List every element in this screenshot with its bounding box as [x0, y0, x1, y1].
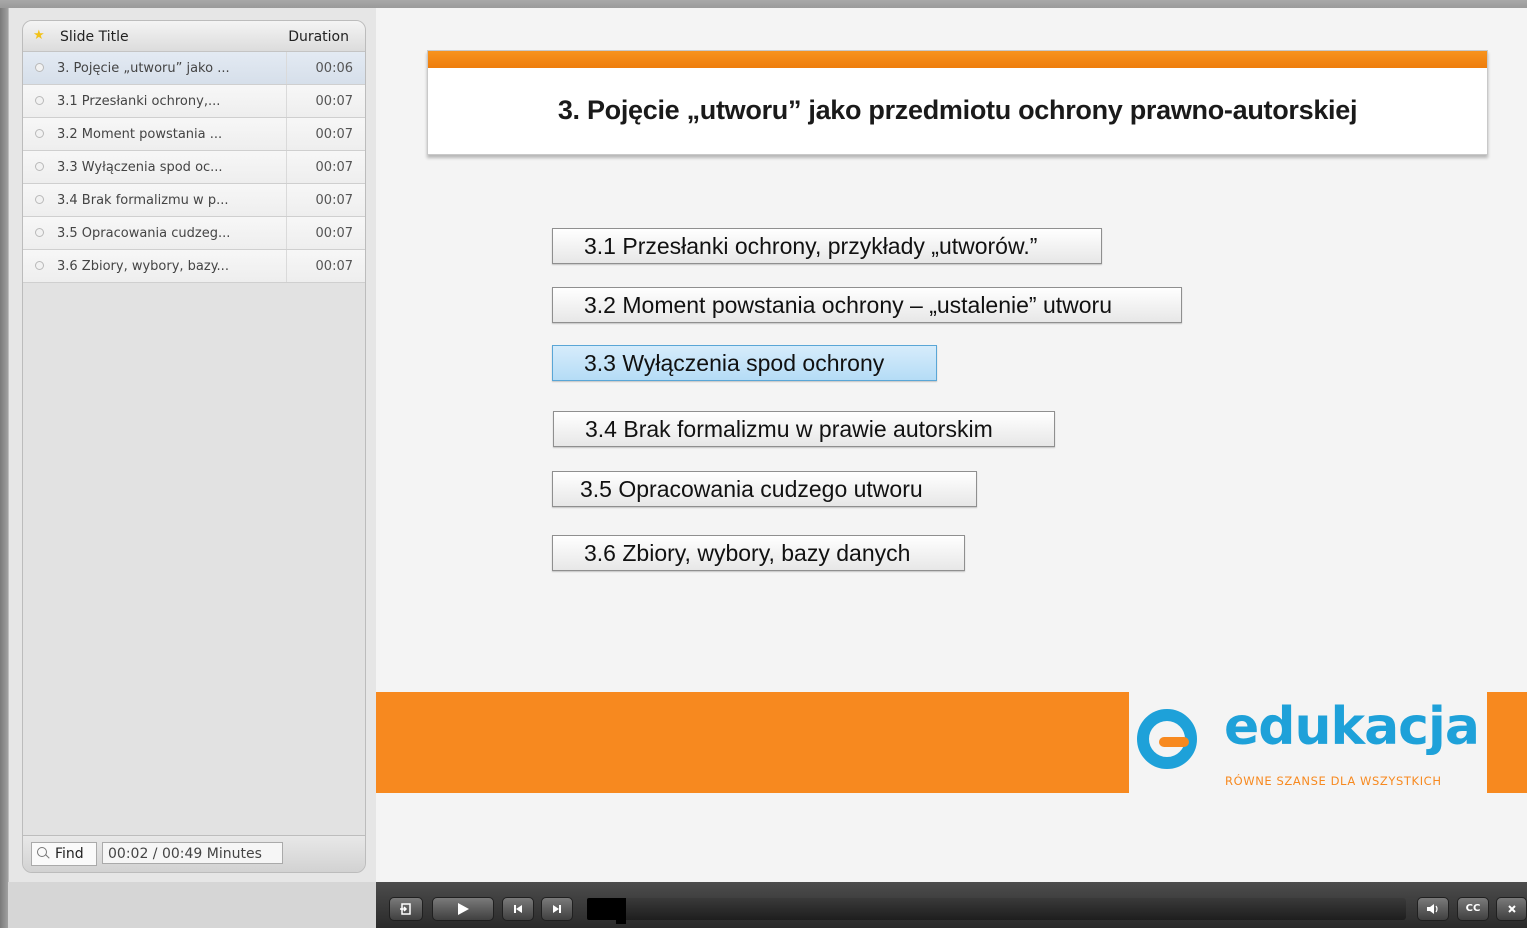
find-label: Find: [55, 846, 84, 862]
column-divider: [286, 118, 287, 150]
outline-row-duration: 00:07: [315, 94, 353, 109]
volume-icon: [1427, 904, 1438, 914]
outline-row[interactable]: 3.3 Wyłączenia spod oc... 00:07: [23, 151, 365, 184]
outline-row-duration: 00:06: [315, 61, 353, 76]
exit-button[interactable]: [389, 897, 423, 921]
player-control-bar: CC: [376, 882, 1527, 928]
slide-canvas: 3. Pojęcie „utworu” jako przedmiotu ochr…: [376, 8, 1527, 882]
topic-button-3-4[interactable]: 3.4 Brak formalizmu w prawie autorskim: [553, 411, 1055, 447]
edukacja-logo: edukacja RÓWNE SZANSE DLA WSZYSTKICH: [1129, 692, 1487, 793]
outline-row[interactable]: 3.6 Zbiory, wybory, bazy... 00:07: [23, 250, 365, 283]
slide-title: 3. Pojęcie „utworu” jako przedmiotu ochr…: [557, 95, 1358, 125]
outline-row[interactable]: 3.5 Opracowania cudzeg... 00:07: [23, 217, 365, 250]
column-divider: [286, 250, 287, 282]
slide-title-box: 3. Pojęcie „utworu” jako przedmiotu ochr…: [427, 50, 1488, 155]
star-icon: ★: [33, 28, 45, 43]
bullet-icon: [35, 195, 44, 204]
slide-outline-panel: ★ Slide Title Duration 3. Pojęcie „utwor…: [22, 20, 366, 873]
topic-button-3-6[interactable]: 3.6 Zbiory, wybory, bazy danych: [552, 535, 965, 571]
time-readout: 00:02 / 00:49 Minutes: [102, 842, 283, 864]
volume-button[interactable]: [1417, 897, 1449, 921]
window-top-strip: [0, 0, 1527, 8]
column-divider: [286, 217, 287, 249]
outline-column-duration[interactable]: Duration: [288, 29, 349, 45]
outline-row-duration: 00:07: [315, 127, 353, 142]
bullet-icon: [35, 129, 44, 138]
outline-row-duration: 00:07: [315, 160, 353, 175]
outline-list: 3. Pojęcie „utworu” jako ... 00:06 3.1 Prz…: [23, 52, 365, 283]
column-divider: [286, 151, 287, 183]
window-left-edge: [0, 8, 8, 928]
title-accent-bar: [428, 51, 1487, 68]
bullet-icon: [35, 63, 44, 72]
topic-button-3-5[interactable]: 3.5 Opracowania cudzego utworu: [552, 471, 977, 507]
close-button[interactable]: [1496, 897, 1527, 921]
column-divider: [286, 85, 287, 117]
outline-row-title: 3.5 Opracowania cudzeg...: [57, 226, 231, 241]
topic-button-3-2[interactable]: 3.2 Moment powstania ochrony – „ustaleni…: [552, 287, 1182, 323]
find-button[interactable]: Find: [31, 842, 97, 866]
bullet-icon: [35, 162, 44, 171]
topic-button-3-3[interactable]: 3.3 Wyłączenia spod ochrony: [552, 345, 937, 381]
outline-row[interactable]: 3.1 Przesłanki ochrony,... 00:07: [23, 85, 365, 118]
column-divider: [286, 184, 287, 216]
outline-row-duration: 00:07: [315, 193, 353, 208]
logo-wordmark: edukacja: [1224, 697, 1480, 757]
bullet-icon: [35, 96, 44, 105]
column-divider: [286, 52, 287, 84]
next-button[interactable]: [541, 897, 573, 921]
topic-button-3-1[interactable]: 3.1 Przesłanki ochrony, przykłady „utwor…: [552, 228, 1102, 264]
outline-row[interactable]: 3.2 Moment powstania ... 00:07: [23, 118, 365, 151]
closed-captions-button[interactable]: CC: [1457, 897, 1489, 921]
outline-footer: Find 00:02 / 00:49 Minutes: [23, 835, 365, 872]
previous-button[interactable]: [502, 897, 534, 921]
outline-row-title: 3.1 Przesłanki ochrony,...: [57, 94, 221, 109]
outline-header: ★ Slide Title Duration: [23, 21, 365, 52]
bullet-icon: [35, 261, 44, 270]
search-icon: [37, 847, 47, 857]
play-icon: [458, 903, 469, 915]
logo-mark-icon: [1137, 709, 1197, 769]
outline-row-title: 3.6 Zbiory, wybory, bazy...: [57, 259, 229, 274]
seek-handle[interactable]: [616, 898, 626, 924]
outline-row-title: 3. Pojęcie „utworu” jako ...: [57, 61, 230, 76]
outline-row-duration: 00:07: [315, 259, 353, 274]
outline-row[interactable]: 3. Pojęcie „utworu” jako ... 00:06: [23, 52, 365, 85]
outline-column-title[interactable]: Slide Title: [60, 29, 129, 45]
outline-row-title: 3.3 Wyłączenia spod oc...: [57, 160, 223, 175]
outline-row[interactable]: 3.4 Brak formalizmu w p... 00:07: [23, 184, 365, 217]
seek-bar[interactable]: [587, 898, 1406, 920]
outline-row-duration: 00:07: [315, 226, 353, 241]
sidebar-bottom: [8, 882, 376, 928]
outline-row-title: 3.4 Brak formalizmu w p...: [57, 193, 229, 208]
exit-icon: [400, 903, 411, 915]
previous-icon: [514, 905, 522, 913]
next-icon: [553, 905, 561, 913]
logo-tagline: RÓWNE SZANSE DLA WSZYSTKICH: [1225, 774, 1442, 788]
bullet-icon: [35, 228, 44, 237]
play-button[interactable]: [432, 897, 494, 921]
outline-row-title: 3.2 Moment powstania ...: [57, 127, 223, 142]
close-icon: [1507, 905, 1516, 913]
